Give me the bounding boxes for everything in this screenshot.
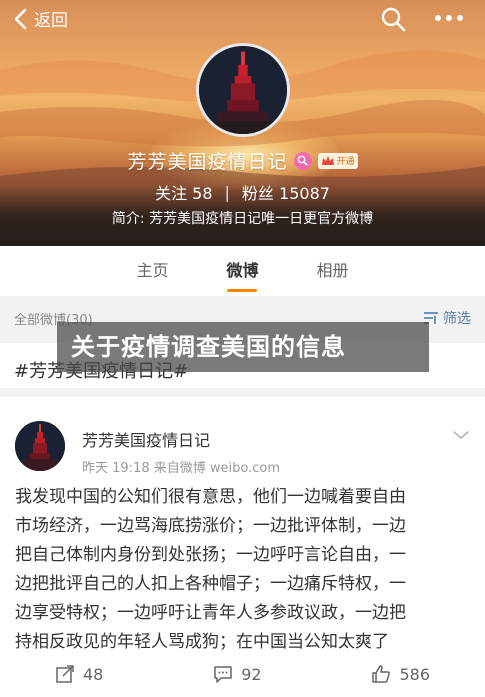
profile-avatar[interactable] <box>196 43 290 137</box>
filter-label: 筛选 <box>443 311 471 327</box>
chevron-left-icon <box>14 8 27 29</box>
post-author-avatar[interactable] <box>15 421 65 471</box>
stats-separator: | <box>224 182 230 202</box>
post-body-line: 把自己体制内身份到处张扬；一边呼吁言论自由，一 <box>15 545 406 565</box>
empire-state-building-image <box>199 46 287 134</box>
comment-button[interactable]: 92 <box>213 664 262 684</box>
post-body-line: 我发现中国的公知们很有意思，他们一边喊着要自由 <box>15 487 406 507</box>
following-label: 关注 <box>155 184 188 203</box>
vip-open-badge[interactable]: 开通 <box>317 152 358 169</box>
empire-state-building-image <box>15 421 65 471</box>
post-author-name[interactable]: 芳芳美国疫情日记 <box>82 427 210 451</box>
tab-album[interactable]: 相册 <box>317 246 349 296</box>
post-meta: 昨天 19:18 来自微博 weibo.com <box>82 461 280 476</box>
tab-weibo[interactable]: 微博 <box>226 246 259 296</box>
profile-bio: 简介: 芳芳美国疫情日记唯一日更官方微博 <box>111 211 374 227</box>
search-icon[interactable] <box>380 6 406 32</box>
back-label: 返回 <box>34 11 68 31</box>
filter-button[interactable]: 筛选 <box>423 308 471 328</box>
post-body-line: 边把批评自己的人扣上各种帽子；一边痛斥特权，一 <box>15 574 406 594</box>
more-dots-icon[interactable] <box>434 14 464 22</box>
search-badge-icon[interactable] <box>293 151 312 170</box>
profile-stats: 关注 58 | 粉丝 15087 <box>0 180 485 204</box>
repost-icon <box>56 665 74 683</box>
like-count: 586 <box>399 664 431 684</box>
following-count: 58 <box>192 184 213 203</box>
followers-stat[interactable]: 粉丝 15087 <box>242 180 330 204</box>
tab-home[interactable]: 主页 <box>136 246 168 296</box>
vip-label: 开通 <box>336 157 355 167</box>
thumbs-up-icon <box>372 665 391 683</box>
followers-count: 15087 <box>279 184 330 203</box>
overlay-title-banner: 关于疫情调查美国的信息 <box>57 322 429 372</box>
profile-header: 返回 芳芳美国疫情日记 开通 关注 58 | 粉丝 15087 简介: 芳芳美国… <box>0 0 485 246</box>
post-body-line: 市场经济，一边骂海底捞涨价；一边批评体制，一边 <box>15 516 406 536</box>
crown-icon <box>321 155 334 165</box>
following-stat[interactable]: 关注 58 <box>155 180 212 204</box>
repost-count: 48 <box>82 664 104 684</box>
chevron-down-icon[interactable] <box>452 429 470 441</box>
post-card[interactable]: 芳芳美国疫情日记 昨天 19:18 来自微博 weibo.com 我发现中国的公… <box>0 397 485 697</box>
profile-name: 芳芳美国疫情日记 <box>127 151 288 173</box>
profile-tabs: 主页 微博 相册 <box>0 246 485 296</box>
like-button[interactable]: 586 <box>371 664 430 684</box>
post-actions: 48 92 586 <box>0 659 485 689</box>
profile-name-row: 芳芳美国疫情日记 开通 <box>0 147 485 174</box>
comment-count: 92 <box>241 664 262 684</box>
followers-label: 粉丝 <box>241 184 274 203</box>
post-body-line: 持相反政见的年轻人骂成狗；在中国当公知太爽了 <box>15 632 389 652</box>
comment-icon <box>214 666 232 683</box>
post-body-line: 边享受特权；一边呼吁让青年人多参政议政，一边把 <box>15 603 406 623</box>
back-button[interactable]: 返回 <box>10 6 68 31</box>
repost-button[interactable]: 48 <box>55 664 103 684</box>
post-body: 我发现中国的公知们很有意思，他们一边喊着要自由 市场经济，一边骂海底捞涨价；一边… <box>15 483 470 657</box>
